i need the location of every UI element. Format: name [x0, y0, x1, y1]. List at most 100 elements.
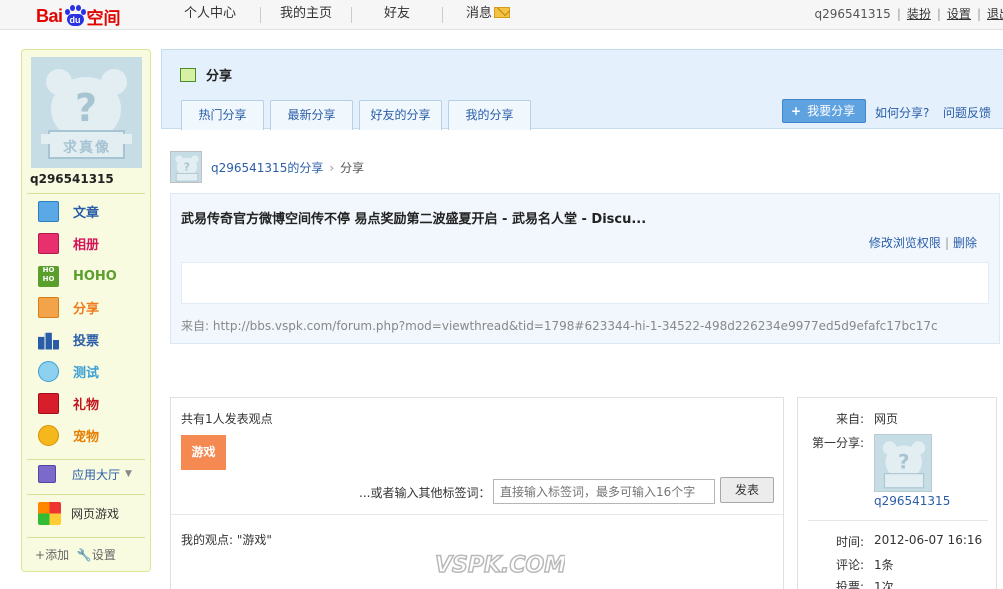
- hoho-icon: HO HO: [38, 265, 59, 287]
- nav-messages[interactable]: 消息: [443, 0, 533, 30]
- baidu-space-logo[interactable]: Bai du 空间: [36, 4, 121, 28]
- sidebar-divider: [27, 537, 145, 538]
- nav-friends[interactable]: 好友: [352, 0, 442, 30]
- breadcrumb-user-share[interactable]: q296541315的分享: [211, 161, 323, 175]
- nav-label: 好友: [383, 6, 410, 21]
- album-icon: [38, 232, 59, 254]
- share-icon: [38, 296, 59, 318]
- sidebar-settings-link[interactable]: 🔧设置: [77, 548, 116, 562]
- article-icon: [38, 200, 59, 222]
- share-info-panel: 来自: 网页 第一分享: ? q296541315 时间: 2012-06-07…: [797, 397, 997, 589]
- tab-label: 我的分享: [465, 108, 514, 122]
- sidebar-item-share[interactable]: 分享: [38, 294, 99, 320]
- tab-label: 热门分享: [198, 108, 247, 122]
- sidebar-item-album[interactable]: 相册: [38, 230, 99, 256]
- placeholder-avatar-icon: ?: [882, 441, 926, 489]
- paw-icon: du: [64, 5, 86, 27]
- sidebar-app-hall[interactable]: 应用大厅 ▼: [38, 461, 132, 487]
- left-sidebar: ? 求真像 q296541315 文章 相册 HO HO HOHO 分享 投票 测…: [21, 49, 151, 572]
- edit-permission-link[interactable]: 修改浏览权限: [869, 236, 941, 250]
- vspk-watermark-icon: VSPK.COM: [434, 552, 567, 579]
- post-title[interactable]: 武易传奇官方微博空间传不停 易点奖励第二波盛夏开启 - 武易名人堂 - Disc…: [181, 208, 646, 227]
- nav-label: 个人中心: [183, 6, 236, 21]
- share-tabs: 热门分享 最新分享 好友的分享 我的分享: [181, 100, 537, 130]
- avatar-label: 求真像: [63, 140, 111, 156]
- tab-hot-shares[interactable]: 热门分享: [181, 100, 264, 130]
- svg-text:?: ?: [184, 160, 190, 173]
- share-post: 武易传奇官方微博空间传不停 易点奖励第二波盛夏开启 - 武易名人堂 - Disc…: [170, 193, 1000, 344]
- sidebar-item-label: 投票: [73, 333, 100, 349]
- info-time-value: 2012-06-07 16:16: [874, 533, 983, 547]
- post-source[interactable]: 来自: http://bbs.vspk.com/forum.php?mod=vi…: [181, 317, 938, 334]
- tag-game-button[interactable]: 游戏: [181, 435, 226, 470]
- sidebar-item-pet[interactable]: 宠物: [38, 422, 99, 448]
- first-sharer-avatar[interactable]: ?: [874, 434, 932, 492]
- tab-latest-shares[interactable]: 最新分享: [270, 100, 353, 130]
- chevron-down-icon[interactable]: ▼: [125, 469, 132, 479]
- tab-label: 最新分享: [287, 108, 336, 122]
- wrench-icon: 🔧: [76, 548, 92, 562]
- sidebar-item-label: 文章: [73, 205, 100, 221]
- page-title-text: 分享: [206, 69, 233, 84]
- avatar[interactable]: ? 求真像: [31, 57, 142, 168]
- post-actions: 修改浏览权限 | 删除: [868, 236, 977, 250]
- sidebar-username[interactable]: q296541315: [30, 172, 114, 186]
- settings-link[interactable]: 设置: [947, 7, 971, 21]
- user-bar: q296541315|装扮|设置|退出: [814, 0, 1003, 30]
- tab-my-shares[interactable]: 我的分享: [448, 100, 531, 130]
- test-icon: [38, 360, 59, 382]
- first-sharer-link[interactable]: q296541315: [874, 494, 950, 508]
- sidebar-item-label: 测试: [73, 365, 100, 381]
- share-title-icon: [180, 67, 196, 82]
- share-button[interactable]: + 我要分享: [782, 99, 866, 123]
- submit-button[interactable]: 发表: [720, 477, 774, 503]
- plus-icon: +: [791, 104, 802, 118]
- feedback-link[interactable]: 问题反馈: [943, 104, 991, 121]
- info-from-value: 网页: [874, 412, 899, 426]
- info-comment-value[interactable]: 1条: [874, 556, 894, 573]
- how-to-share-link[interactable]: 如何分享?: [875, 104, 929, 121]
- svg-text:?: ?: [75, 86, 97, 130]
- sidebar-item-test[interactable]: 测试: [38, 358, 99, 384]
- mail-icon: [494, 7, 510, 18]
- sidebar-divider: [27, 459, 145, 460]
- pet-icon: [38, 424, 59, 446]
- tab-friends-shares[interactable]: 好友的分享: [359, 100, 442, 130]
- info-vote-value[interactable]: 1次: [874, 578, 894, 589]
- watermark-text: VSPK.COM: [435, 553, 565, 578]
- info-first-label: 第一分享:: [811, 436, 864, 450]
- sidebar-settings-label: 设置: [91, 548, 116, 562]
- tag-input[interactable]: [493, 479, 715, 504]
- logo-bai: Bai: [36, 5, 63, 26]
- my-opinion: 我的观点: "游戏": [181, 533, 272, 547]
- nav-label: 消息: [465, 6, 492, 21]
- sidebar-item-gift[interactable]: 礼物: [38, 390, 99, 416]
- add-link[interactable]: +添加: [35, 548, 69, 562]
- app-hall-label: 应用大厅: [72, 467, 121, 482]
- info-from-label: 来自:: [835, 412, 864, 426]
- sidebar-item-vote[interactable]: 投票: [38, 326, 99, 352]
- dress-link[interactable]: 装扮: [907, 7, 931, 21]
- page-title: 分享: [180, 65, 232, 84]
- sidebar-item-label: 礼物: [73, 397, 100, 413]
- apps-grid-icon: [38, 465, 56, 483]
- tag-input-label: ...或者输入其他标签词：: [359, 486, 491, 500]
- sidebar-divider: [27, 193, 145, 194]
- user-avatar-small[interactable]: ?: [170, 151, 202, 183]
- plus-icon: +: [35, 548, 46, 562]
- opinion-divider: [171, 514, 783, 515]
- sidebar-item-hoho[interactable]: HO HO HOHO: [38, 263, 117, 289]
- nav-my-homepage[interactable]: 我的主页: [261, 0, 351, 30]
- sidebar-bottom-links: +添加 🔧设置: [35, 546, 116, 563]
- delete-link[interactable]: 删除: [953, 236, 977, 250]
- sidebar-divider: [27, 494, 145, 495]
- nav-personal-center[interactable]: 个人中心: [160, 0, 260, 30]
- placeholder-avatar-icon: ?: [175, 155, 199, 182]
- post-content: [181, 262, 989, 304]
- top-username[interactable]: q296541315: [814, 7, 890, 21]
- sidebar-item-article[interactable]: 文章: [38, 198, 99, 224]
- sidebar-web-games[interactable]: 网页游戏: [38, 500, 119, 526]
- svg-text:?: ?: [898, 450, 910, 473]
- sidebar-item-label: 相册: [73, 237, 100, 253]
- logout-link[interactable]: 退出: [987, 7, 1003, 21]
